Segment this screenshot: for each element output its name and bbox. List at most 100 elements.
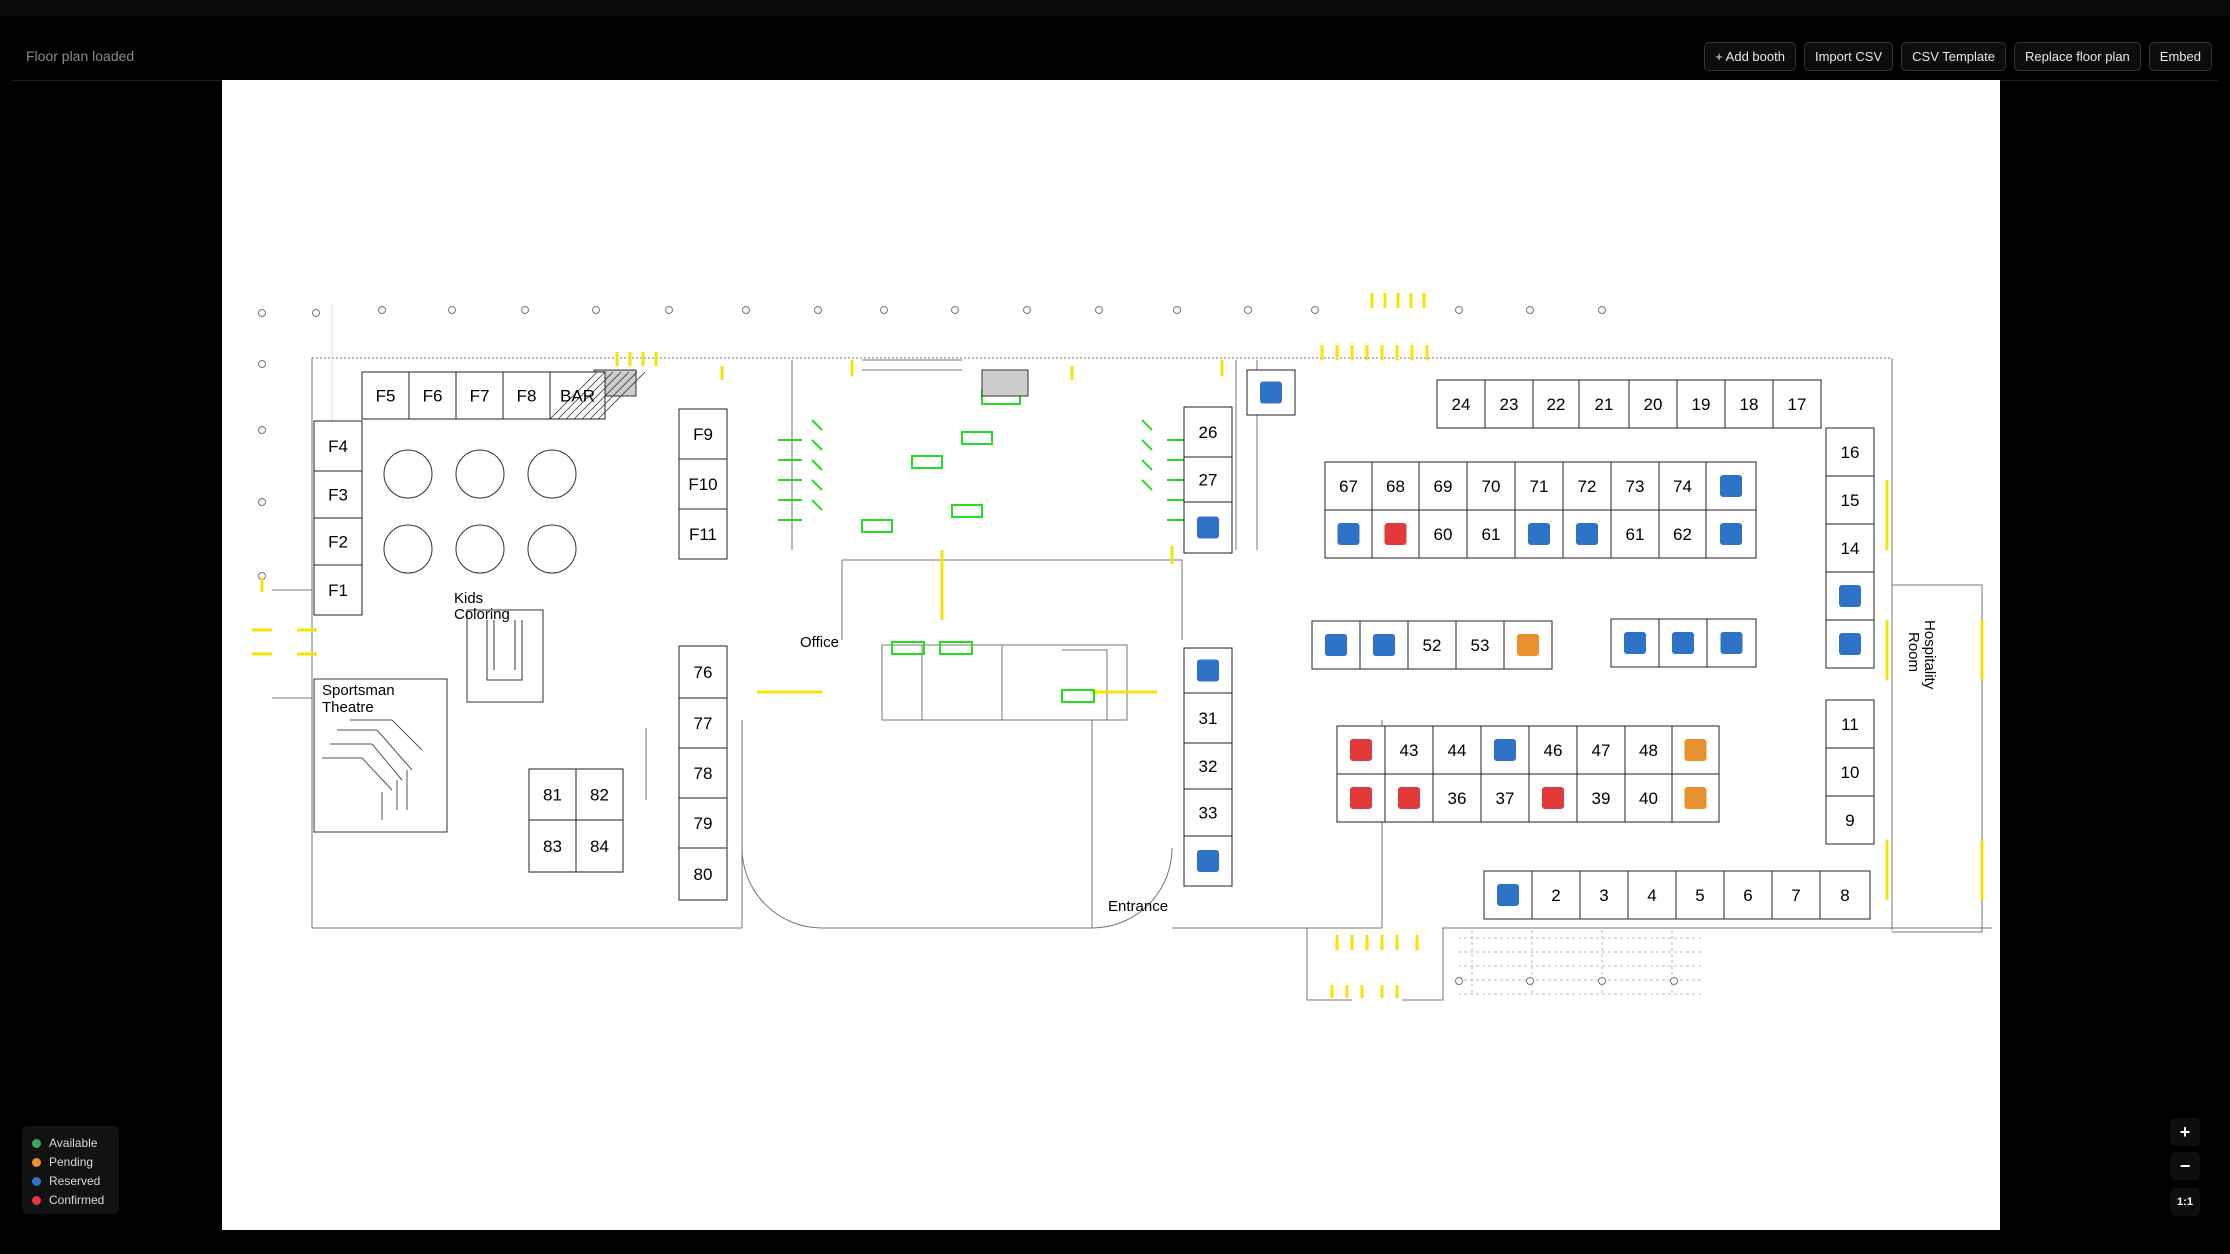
booth[interactable] — [1562, 509, 1612, 559]
booth[interactable]: 61 — [1610, 509, 1660, 559]
booth[interactable]: 17 — [1772, 379, 1822, 429]
booth[interactable]: 39 — [1576, 773, 1626, 823]
embed-button[interactable]: Embed — [2148, 42, 2212, 71]
booth[interactable] — [1483, 870, 1533, 920]
booth[interactable]: 43 — [1384, 725, 1434, 775]
booth[interactable]: F6 — [408, 371, 457, 420]
replace-floor-plan-button[interactable]: Replace floor plan — [2014, 42, 2141, 71]
booth[interactable]: 23 — [1484, 379, 1534, 429]
booth[interactable]: 18 — [1724, 379, 1774, 429]
booth[interactable] — [1246, 369, 1296, 416]
booth[interactable]: 20 — [1628, 379, 1678, 429]
booth[interactable]: 2 — [1531, 870, 1581, 920]
booth[interactable] — [1384, 773, 1434, 823]
booth[interactable] — [1371, 509, 1420, 559]
booth[interactable]: 67 — [1324, 461, 1373, 511]
booth[interactable]: F9 — [678, 408, 728, 460]
booth[interactable]: 53 — [1455, 620, 1505, 670]
booth[interactable]: 52 — [1407, 620, 1457, 670]
booth[interactable] — [1324, 509, 1373, 559]
booth[interactable]: 21 — [1578, 379, 1630, 429]
booth[interactable]: 47 — [1576, 725, 1626, 775]
booth[interactable]: 74 — [1658, 461, 1707, 511]
booth[interactable]: 24 — [1436, 379, 1486, 429]
booth[interactable]: 60 — [1418, 509, 1468, 559]
booth[interactable] — [1705, 509, 1757, 559]
booth[interactable]: 84 — [575, 819, 624, 873]
booth[interactable]: 61 — [1466, 509, 1516, 559]
booth[interactable]: 27 — [1183, 456, 1233, 503]
booth[interactable]: 46 — [1528, 725, 1578, 775]
floor-plan-canvas[interactable]: F5 F6 F7 F8 BAR F4 F3 F2 F1 F9 F10 F11 76 77 78 79 80 81 8… — [222, 80, 2000, 1230]
booth[interactable]: 44 — [1432, 725, 1482, 775]
booth[interactable]: 16 — [1825, 427, 1875, 477]
booth[interactable]: 6 — [1723, 870, 1773, 920]
booth[interactable]: 9 — [1825, 795, 1875, 845]
booth[interactable] — [1825, 571, 1875, 621]
booth[interactable]: F5 — [361, 371, 410, 420]
booth[interactable] — [1359, 620, 1409, 670]
zoom-out-button[interactable]: − — [2170, 1152, 2200, 1180]
booth[interactable]: 7 — [1771, 870, 1821, 920]
booth[interactable]: F2 — [313, 517, 363, 566]
booth[interactable]: 40 — [1624, 773, 1673, 823]
booth[interactable]: F11 — [678, 508, 728, 560]
booth[interactable]: 19 — [1676, 379, 1726, 429]
booth[interactable] — [1183, 501, 1233, 554]
booth[interactable] — [1336, 725, 1386, 775]
booth[interactable]: 80 — [678, 847, 728, 901]
add-booth-button[interactable]: + Add booth — [1704, 42, 1796, 71]
booth[interactable] — [1671, 773, 1720, 823]
booth[interactable] — [1480, 725, 1530, 775]
booth[interactable] — [1183, 647, 1233, 694]
booth[interactable]: 70 — [1466, 461, 1516, 511]
booth[interactable]: 3 — [1579, 870, 1629, 920]
booth[interactable]: 73 — [1610, 461, 1660, 511]
booth[interactable]: 4 — [1627, 870, 1677, 920]
booth[interactable] — [1706, 618, 1757, 668]
booth[interactable] — [1503, 620, 1553, 670]
booth[interactable] — [1514, 509, 1564, 559]
booth[interactable]: 36 — [1432, 773, 1482, 823]
booth[interactable]: F10 — [678, 458, 728, 510]
import-csv-button[interactable]: Import CSV — [1803, 42, 1894, 71]
booth[interactable]: F1 — [313, 564, 363, 616]
booth[interactable] — [1336, 773, 1386, 823]
booth[interactable]: 81 — [528, 768, 577, 821]
booth[interactable]: 79 — [678, 797, 728, 849]
booth[interactable]: 62 — [1658, 509, 1707, 559]
booth[interactable] — [1671, 725, 1720, 775]
booth[interactable]: 32 — [1183, 742, 1233, 790]
csv-template-button[interactable]: CSV Template — [1901, 42, 2006, 71]
booth[interactable]: 10 — [1825, 747, 1875, 797]
zoom-reset-button[interactable]: 1:1 — [2170, 1188, 2200, 1216]
booth[interactable] — [1705, 461, 1757, 511]
booth[interactable]: 14 — [1825, 523, 1875, 573]
zoom-in-button[interactable]: + — [2170, 1118, 2200, 1146]
booth[interactable]: 48 — [1624, 725, 1673, 775]
booth[interactable]: F3 — [313, 470, 363, 519]
booth[interactable]: 31 — [1183, 692, 1233, 744]
booth[interactable]: 5 — [1675, 870, 1725, 920]
booth[interactable]: F8 — [502, 371, 551, 420]
booth[interactable]: 11 — [1825, 699, 1875, 749]
booth[interactable]: 77 — [678, 697, 728, 749]
booth[interactable] — [1658, 618, 1708, 668]
booth[interactable]: 22 — [1532, 379, 1580, 429]
booth[interactable]: 37 — [1480, 773, 1530, 823]
booth[interactable] — [1183, 835, 1233, 887]
booth[interactable] — [1610, 618, 1660, 668]
booth[interactable]: 8 — [1819, 870, 1871, 920]
booth[interactable]: 15 — [1825, 475, 1875, 525]
booth[interactable] — [1825, 619, 1875, 669]
booth[interactable]: 76 — [678, 645, 728, 699]
booth[interactable]: 83 — [528, 819, 577, 873]
booth[interactable]: 78 — [678, 747, 728, 799]
booth[interactable] — [1311, 620, 1361, 670]
booth[interactable]: 69 — [1418, 461, 1468, 511]
booth[interactable]: F7 — [455, 371, 504, 420]
booth[interactable]: F4 — [313, 420, 363, 472]
booth[interactable]: 72 — [1562, 461, 1612, 511]
booth[interactable] — [1528, 773, 1578, 823]
booth[interactable]: 33 — [1183, 788, 1233, 837]
